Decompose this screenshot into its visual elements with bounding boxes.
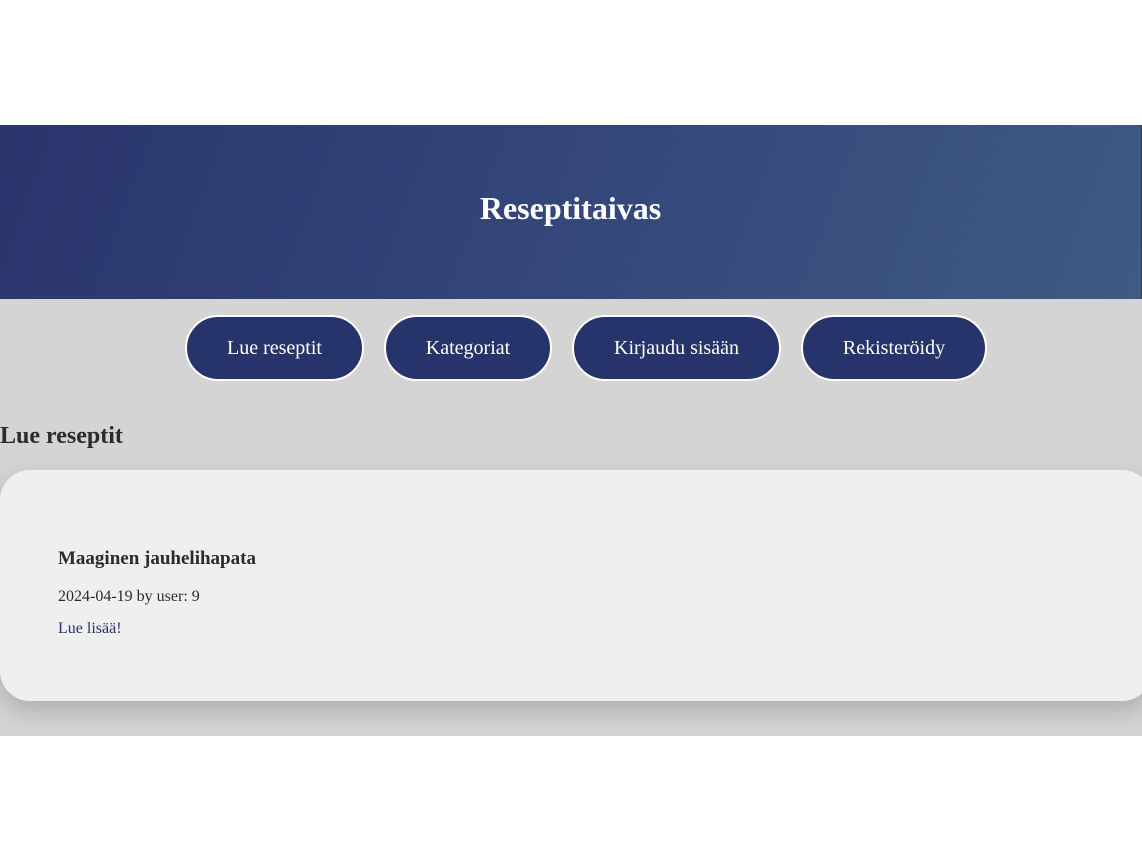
site-title: Reseptitaivas	[479, 189, 662, 226]
site-header: Reseptitaivas	[0, 125, 1142, 299]
nav-button-read-recipes[interactable]: Lue reseptit	[185, 315, 364, 381]
nav-button-login[interactable]: Kirjaudu sisään	[572, 315, 781, 381]
read-more-link[interactable]: Lue lisää!	[58, 620, 122, 638]
recipe-card: Maaginen jauhelihapata 2024-04-19 by use…	[0, 470, 1142, 701]
nav-button-register[interactable]: Rekisteröidy	[801, 315, 987, 381]
section-heading: Lue reseptit	[0, 423, 123, 449]
nav-button-categories[interactable]: Kategoriat	[384, 315, 552, 381]
bottom-whitespace	[0, 736, 1142, 858]
recipe-meta: 2024-04-19 by user: 9	[58, 588, 200, 605]
main-nav: Lue reseptit Kategoriat Kirjaudu sisään …	[0, 299, 1142, 381]
main-content: Lue reseptit Kategoriat Kirjaudu sisään …	[0, 299, 1142, 736]
recipe-title: Maaginen jauhelihapata	[58, 548, 256, 569]
top-whitespace	[0, 0, 1142, 125]
